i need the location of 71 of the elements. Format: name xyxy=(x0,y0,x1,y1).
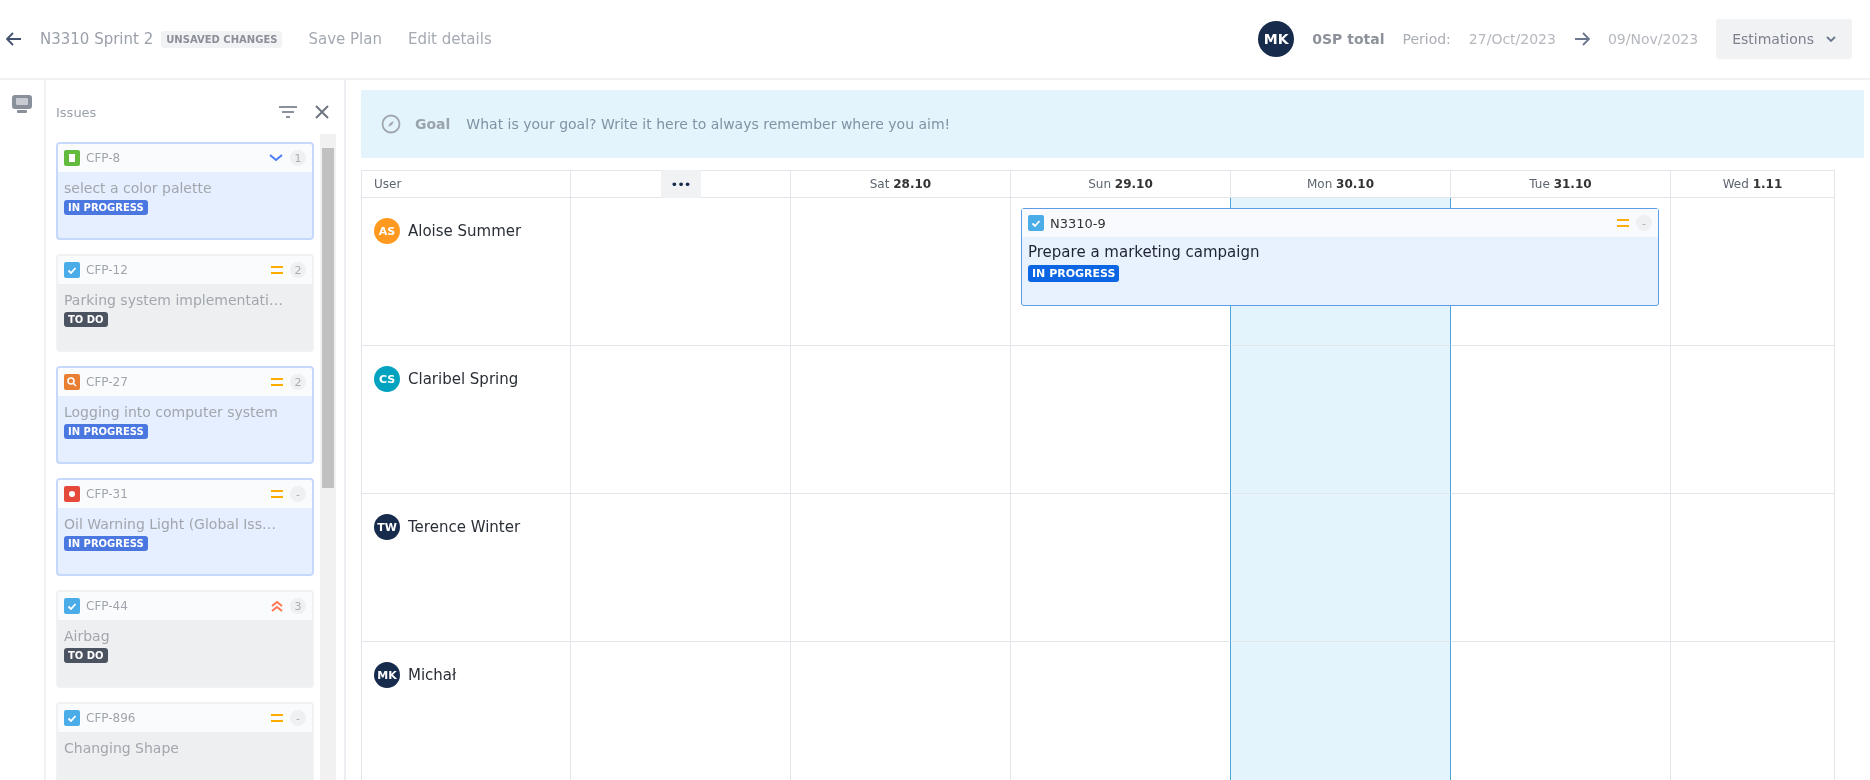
estimations-dropdown[interactable]: Estimations xyxy=(1716,19,1852,59)
user-avatar: TW xyxy=(374,514,400,540)
story-points: 1 xyxy=(290,150,306,166)
story-points: 2 xyxy=(290,262,306,278)
issue-card[interactable]: CFP-44 3 Airbag TO DO xyxy=(56,590,314,688)
issue-title: Oil Warning Light (Global Iss… xyxy=(63,515,277,534)
issue-key: CFP-27 xyxy=(86,375,264,389)
issues-title: Issues xyxy=(56,104,98,120)
issue-card[interactable]: CFP-27 2 Logging into computer system IN PROGRESS xyxy=(56,366,314,464)
issue-card[interactable]: CFP-896 - Changing Shape xyxy=(56,702,314,780)
issue-title: Airbag xyxy=(63,627,111,646)
unsaved-changes-badge: UNSAVED CHANGES xyxy=(161,30,283,48)
period-label: Period: xyxy=(1402,31,1451,47)
issue-key: CFP-44 xyxy=(86,599,264,613)
day-header: Sat 28.10 xyxy=(869,177,932,191)
story-points: - xyxy=(1636,215,1652,231)
back-arrow-icon[interactable] xyxy=(6,32,22,46)
plan-title: N3310 Sprint 2 xyxy=(40,30,154,48)
story-points: - xyxy=(290,486,306,502)
period-end-date: 09/Nov/2023 xyxy=(1607,31,1699,47)
day-header: Tue 31.10 xyxy=(1529,177,1592,191)
user-avatar: CS xyxy=(374,366,400,392)
status-lozenge: IN PROGRESS xyxy=(64,200,148,215)
filter-icon[interactable] xyxy=(278,105,298,119)
user-avatar[interactable]: MK xyxy=(1258,21,1295,57)
user-name: Claribel Spring xyxy=(408,369,519,390)
issue-key: CFP-8 xyxy=(86,151,262,165)
user-name: Aloise Summer xyxy=(408,221,522,242)
compass-icon xyxy=(381,114,401,134)
task-title: Prepare a marketing campaign xyxy=(1027,242,1261,263)
user-avatar: MK xyxy=(374,662,400,688)
issue-title: Logging into computer system xyxy=(63,403,279,422)
scrollbar-thumb[interactable] xyxy=(322,148,334,488)
header-link[interactable]: Edit details xyxy=(407,30,492,48)
right-arrow-icon xyxy=(1573,32,1590,46)
day-header: Wed 1.11 xyxy=(1722,177,1783,191)
status-lozenge: TO DO xyxy=(64,312,108,327)
issue-key: CFP-31 xyxy=(86,487,264,501)
goal-input[interactable]: What is your goal? Write it here to always remember where you aim! xyxy=(464,115,1844,133)
issue-title: Parking system implementati… xyxy=(63,291,284,310)
story-points: 2 xyxy=(290,374,306,390)
column-header: User xyxy=(374,177,402,191)
issue-card[interactable]: CFP-8 1 select a color palette IN PROGRESS xyxy=(56,142,314,240)
user-name: Terence Winter xyxy=(408,517,521,538)
goal-label: Goal xyxy=(415,116,451,132)
status-lozenge: IN PROGRESS xyxy=(64,536,148,551)
period-start-date: 27/Oct/2023 xyxy=(1468,31,1556,47)
issue-key: CFP-12 xyxy=(86,263,264,277)
issue-title: Changing Shape xyxy=(63,739,180,758)
status-lozenge: IN PROGRESS xyxy=(1028,265,1120,282)
monitor-icon[interactable] xyxy=(11,94,33,114)
header-link[interactable]: Save Plan xyxy=(308,30,382,48)
day-header: Mon 30.10 xyxy=(1306,177,1375,191)
task-key: N3310-9 xyxy=(1050,215,1610,231)
issue-title: select a color palette xyxy=(63,179,213,198)
issue-key: CFP-896 xyxy=(86,711,264,725)
story-points: - xyxy=(290,710,306,726)
close-icon[interactable] xyxy=(314,104,330,120)
user-name: Michał xyxy=(408,665,457,686)
day-header: Sun 29.10 xyxy=(1088,177,1153,191)
total-points: 0SP total xyxy=(1312,31,1385,47)
scrollbar-track[interactable] xyxy=(320,134,336,780)
status-lozenge: TO DO xyxy=(64,648,108,663)
issue-card[interactable]: CFP-31 - Oil Warning Light (Global Iss… IN PROGRESS xyxy=(56,478,314,576)
user-avatar: AS xyxy=(374,218,400,244)
task-card[interactable]: N3310-9 - Prepare a marketing campaign IN PROGRESS xyxy=(1021,208,1659,306)
caret-icon xyxy=(1826,36,1836,42)
story-points: 3 xyxy=(290,598,306,614)
issue-card[interactable]: CFP-12 2 Parking system implementati… TO DO xyxy=(56,254,314,352)
status-lozenge: IN PROGRESS xyxy=(64,424,148,439)
more-button[interactable]: ••• xyxy=(660,170,701,198)
